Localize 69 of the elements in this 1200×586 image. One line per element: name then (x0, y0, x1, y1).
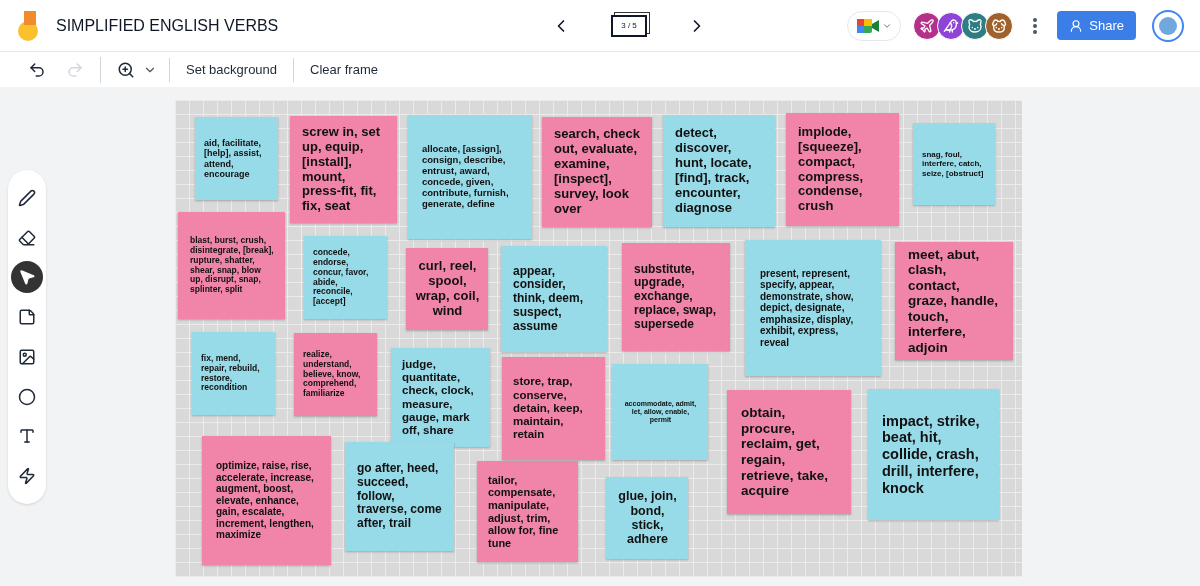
document-title[interactable]: SIMPLIFIED ENGLISH VERBS (56, 13, 476, 38)
sticky-note[interactable]: realize, understand, believe, know, comprehend, familiarize (294, 333, 377, 416)
note-text: judge, quantitate, check, clock, measure, gauge, mark off, share (402, 357, 475, 438)
sticky-note[interactable]: obtain, procure, reclaim, get, regain, retrieve, take, acquire (727, 390, 851, 514)
more-options-icon[interactable] (1033, 17, 1038, 34)
note-text: go after, heed, succeed, follow, traverse, come after, trail (357, 462, 443, 531)
person-icon (1069, 18, 1084, 33)
note-text: obtain, procure, reclaim, get, regain, retrieve, take, acquire (741, 405, 830, 499)
note-text: impact, strike, beat, hit, collide, crash, drill, interfere, knock (882, 412, 981, 497)
dog-icon (991, 17, 1008, 34)
note-text: substitute, upgrade, exchange, replace, swap, supersede (634, 262, 718, 332)
note-text: screw in, set up, equip, [install], mount, press-fit, fit, fix, seat (302, 124, 382, 215)
sticky-note[interactable]: fix, mend, repair, rebuild, restore, recondition (192, 332, 275, 415)
note-text: glue, join, bond, stick, adhere (617, 489, 678, 547)
sticky-note[interactable]: screw in, set up, equip, [install], mount, press-fit, fit, fix, seat (290, 116, 397, 223)
sticky-note[interactable]: substitute, upgrade, exchange, replace, swap, supersede (622, 243, 730, 351)
plane-icon (919, 17, 936, 34)
bird-icon (943, 17, 960, 34)
sticky-note[interactable]: implode, [squeeze], compact, compress, condense, crush (786, 113, 899, 226)
sticky-note[interactable]: detect, discover, hunt, locate, [find], track, encounter, diagnose (663, 115, 775, 227)
app-logo-icon (16, 10, 40, 41)
sticky-note[interactable]: concede, endorse, concur, favor, abide, reconcile, [accept] (304, 236, 387, 319)
note-text: allocate, [assign], consign, describe, entrust, award, concede, given, contribute, furnish, generate, define (422, 144, 510, 210)
note-text: implode, [squeeze], compact, compress, condense, crush (798, 124, 865, 215)
sticky-note[interactable]: glue, join, bond, stick, adhere (606, 477, 688, 559)
note-text: snag, foul, interfere, catch, seize, [obstruct] (922, 150, 985, 178)
zoom-in-icon (117, 60, 135, 79)
sticky-note[interactable]: tailor, compensate, manipulate, adjust, trim, allow for, fine tune (477, 461, 578, 562)
sticky-note[interactable]: blast, burst, crush, disintegrate, [break], rupture, shatter, shear, snap, blow up, disrupt, snap, splinter, split (178, 212, 285, 319)
sticky-note[interactable]: judge, quantitate, check, clock, measure, gauge, mark off, share (391, 348, 490, 447)
note-text: aid, facilitate, [help], assist, attend, encourage (204, 137, 263, 180)
frame-counter[interactable]: 3 / 5 (611, 14, 647, 37)
more-icon (1033, 17, 1038, 34)
note-text: appear, consider, think, deem, suspect, assume (513, 264, 584, 334)
redo-icon (66, 60, 84, 79)
toolbar-button[interactable]: Set background (182, 59, 282, 80)
note-text: meet, abut, clash, contact, graze, handle, touch, interfere, adjoin (908, 246, 1000, 356)
sticky-note[interactable]: appear, consider, think, deem, suspect, assume (501, 246, 607, 352)
undo-icon (28, 60, 46, 79)
pointer-icon[interactable] (11, 261, 43, 294)
note-text: present, represent, specify, appear, demonstrate, show, depict, designate, emphasize, display, exhibit, express, reveal (760, 267, 855, 349)
sticky-note[interactable]: optimize, raise, rise, accelerate, increase, augment, boost, elevate, enhance, gain, escalate, increment, lengthen, maximize (202, 436, 331, 565)
share-button[interactable]: Share (1057, 11, 1136, 40)
note-text: blast, burst, crush, disintegrate, [break], rupture, shatter, shear, snap, blow up, disrupt, snap, splinter, split (190, 236, 274, 295)
sticky-note[interactable]: present, represent, specify, appear, demonstrate, show, depict, designate, emphasize, display, exhibit, express, reveal (745, 240, 881, 376)
note-text: detect, discover, hunt, locate, [find], track, encounter, diagnose (675, 126, 753, 216)
note-text: store, trap, conserve, detain, keep, maintain, retain (513, 375, 584, 442)
sticky-note[interactable]: search, check out, evaluate, examine, [inspect], survey, look over (542, 117, 652, 227)
toolbar-button[interactable]: Clear frame (306, 59, 382, 80)
note-text: fix, mend, repair, rebuild, restore, recondition (201, 353, 261, 394)
whiteboard-canvas[interactable] (175, 100, 1022, 577)
sticky-note[interactable]: snag, foul, interfere, catch, seize, [obstruct] (913, 123, 995, 205)
sticky-note[interactable]: go after, heed, succeed, follow, traverse, come after, trail (345, 442, 454, 551)
video-camera-icon (856, 16, 881, 35)
note-text: realize, understand, believe, know, comprehend, familiarize (303, 350, 362, 399)
cat-icon (967, 17, 984, 34)
sticky-note[interactable]: store, trap, conserve, detain, keep, maintain, retain (502, 357, 605, 460)
note-text: tailor, compensate, manipulate, adjust, trim, allow for, fine tune (488, 473, 560, 550)
collaborator-avatar[interactable] (985, 11, 1014, 40)
note-text: curl, reel, spool, wrap, coil, wind (415, 259, 480, 319)
note-text: concede, endorse, concur, favor, abide, reconcile, [accept] (313, 248, 370, 307)
sticky-note[interactable]: aid, facilitate, [help], assist, attend, encourage (195, 117, 278, 200)
sticky-note[interactable]: allocate, [assign], consign, describe, entrust, award, concede, given, contribute, furnish, generate, define (408, 115, 532, 239)
user-avatar[interactable] (1152, 9, 1184, 42)
note-text: optimize, raise, rise, accelerate, increase, augment, boost, elevate, enhance, gain, escalate, increment, lengthen, maximize (216, 460, 315, 541)
sticky-note[interactable]: meet, abut, clash, contact, graze, handle, touch, interfere, adjoin (895, 242, 1013, 360)
note-text: search, check out, evaluate, examine, [inspect], survey, look over (554, 127, 641, 217)
sticky-note[interactable]: curl, reel, spool, wrap, coil, wind (406, 248, 488, 330)
sticky-note[interactable]: impact, strike, beat, hit, collide, crash, drill, interfere, knock (868, 389, 999, 520)
